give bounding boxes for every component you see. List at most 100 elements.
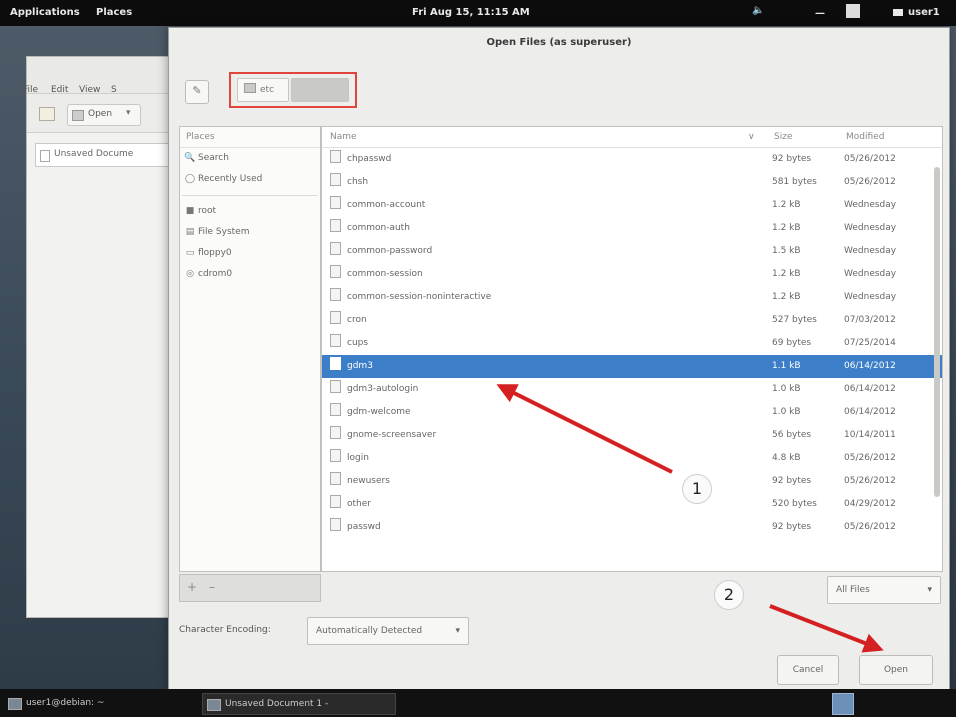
place-root[interactable]: ■ root [180,201,320,222]
file-row[interactable]: passwd 92 bytes 05/26/2012 [322,516,942,539]
file-type-filter[interactable]: All Files ▾ [827,576,941,604]
file-name: chsh [347,177,369,187]
file-modified: Wednesday [844,223,897,233]
file-icon [330,334,341,347]
file-row[interactable]: chsh 581 bytes 05/26/2012 [322,171,942,194]
new-doc-icon[interactable] [39,107,55,121]
background-editor-window[interactable]: File Edit View S Open ▾ Unsaved Docume [23,56,188,618]
chat-icon[interactable] [846,4,860,18]
file-row[interactable]: common-auth 1.2 kB Wednesday [322,217,942,240]
open-files-dialog: Open Files (as superuser) ✎ etc Places 🔍… [168,27,950,695]
file-row[interactable]: common-account 1.2 kB Wednesday [322,194,942,217]
crumb-etc[interactable]: etc [237,78,289,102]
file-name: common-auth [347,223,410,233]
file-icon [330,173,341,186]
file-icon [330,403,341,416]
crumb-current[interactable] [291,78,349,102]
file-row[interactable]: common-session 1.2 kB Wednesday [322,263,942,286]
file-row[interactable]: other 520 bytes 04/29/2012 [322,493,942,516]
file-size: 4.8 kB [772,453,801,463]
recent-icon: ◯ [184,174,196,184]
file-modified: Wednesday [844,200,897,210]
file-name: newusers [347,476,390,486]
encoding-select[interactable]: Automatically Detected ▾ [307,617,469,645]
file-row-selected[interactable]: gdm3 1.1 kB 06/14/2012 [322,355,942,378]
file-list: Name ∨ Size Modified chpasswd 92 bytes 05/… [321,126,943,572]
file-row[interactable]: gdm3-autologin 1.0 kB 06/14/2012 [322,378,942,401]
step-2-callout: 2 [714,580,744,610]
file-row[interactable]: chpasswd 92 bytes 05/26/2012 [322,148,942,171]
file-size: 92 bytes [772,154,812,164]
file-modified: 06/14/2012 [844,407,896,417]
file-icon [330,150,341,163]
file-row[interactable]: gdm-welcome 1.0 kB 06/14/2012 [322,401,942,424]
path-highlight-box: etc [229,72,357,108]
document-icon [207,699,221,711]
file-name: gdm3-autologin [347,384,419,394]
remove-bookmark-button[interactable]: – [204,579,220,595]
file-name: chpasswd [347,154,392,164]
file-list-scrollbar[interactable] [934,167,940,497]
file-icon [330,495,341,508]
file-row[interactable]: gnome-screensaver 56 bytes 10/14/2011 [322,424,942,447]
cdrom-icon: ◎ [186,269,194,279]
column-modified[interactable]: Modified [846,132,884,142]
bg-document-tab[interactable]: Unsaved Docume [35,143,177,167]
place-floppy[interactable]: ▭ floppy0 [180,243,320,264]
chevron-down-icon: ▾ [455,626,460,636]
cancel-button[interactable]: Cancel [777,655,839,685]
places-pane: Places 🔍 Search ◯ Recently Used ■ root ▤ Fil… [179,126,321,572]
file-name: gnome-screensaver [347,430,437,440]
file-modified: 05/26/2012 [844,453,896,463]
workspace-switcher[interactable] [832,693,854,715]
top-panel: Applications Places Fri Aug 15, 11:15 AM… [0,0,956,26]
file-modified: Wednesday [844,269,897,279]
file-size: 527 bytes [772,315,817,325]
file-modified: 07/25/2014 [844,338,896,348]
file-row[interactable]: cups 69 bytes 07/25/2014 [322,332,942,355]
applications-menu[interactable]: Applications [10,7,80,18]
file-modified: 06/14/2012 [844,361,896,371]
clock[interactable]: Fri Aug 15, 11:15 AM [412,7,530,18]
file-size: 1.5 kB [772,246,801,256]
volume-icon[interactable]: 🔈 [752,5,764,16]
type-location-button[interactable]: ✎ [185,80,209,104]
bg-open-button[interactable]: Open ▾ [67,104,141,126]
column-size[interactable]: Size [774,132,792,142]
file-icon [330,380,341,393]
file-name: other [347,499,371,509]
user-menu[interactable]: user1 [908,7,940,18]
bottom-taskbar: user1@debian: ~ Unsaved Document 1 - [0,689,956,717]
place-recently-used[interactable]: ◯ Recently Used [180,169,320,190]
sort-chevron-icon: ∨ [748,132,755,142]
file-icon [330,242,341,255]
filter-value: All Files [836,585,870,595]
task-document[interactable]: Unsaved Document 1 - [202,693,396,715]
bg-open-label: Open [88,109,113,119]
place-file-system[interactable]: ▤ File System [180,222,320,243]
file-name: cups [347,338,369,348]
open-button[interactable]: Open [859,655,933,685]
background-menubar: File Edit View S [23,57,187,95]
places-header: Places [180,127,320,148]
file-row[interactable]: cron 527 bytes 07/03/2012 [322,309,942,332]
file-modified: 10/14/2011 [844,430,896,440]
place-search[interactable]: 🔍 Search [180,148,320,169]
file-row[interactable]: login 4.8 kB 05/26/2012 [322,447,942,470]
file-row[interactable]: newusers 92 bytes 05/26/2012 [322,470,942,493]
file-row[interactable]: common-password 1.5 kB Wednesday [322,240,942,263]
column-name[interactable]: Name [330,132,357,142]
places-menu[interactable]: Places [96,7,132,18]
file-row[interactable]: common-session-noninteractive 1.2 kB Wedne… [322,286,942,309]
place-label: floppy0 [198,248,232,258]
file-modified: 05/26/2012 [844,177,896,187]
bg-doc-tab-label: Unsaved Docume [54,149,134,159]
user-icon [893,9,903,16]
task-terminal[interactable]: user1@debian: ~ [4,693,202,713]
chevron-down-icon: ▾ [126,108,131,118]
dialog-title: Open Files (as superuser) [486,37,632,48]
place-cdrom[interactable]: ◎ cdrom0 [180,264,320,285]
place-label: File System [198,227,250,237]
add-bookmark-button[interactable]: + [184,579,200,595]
file-icon [330,449,341,462]
